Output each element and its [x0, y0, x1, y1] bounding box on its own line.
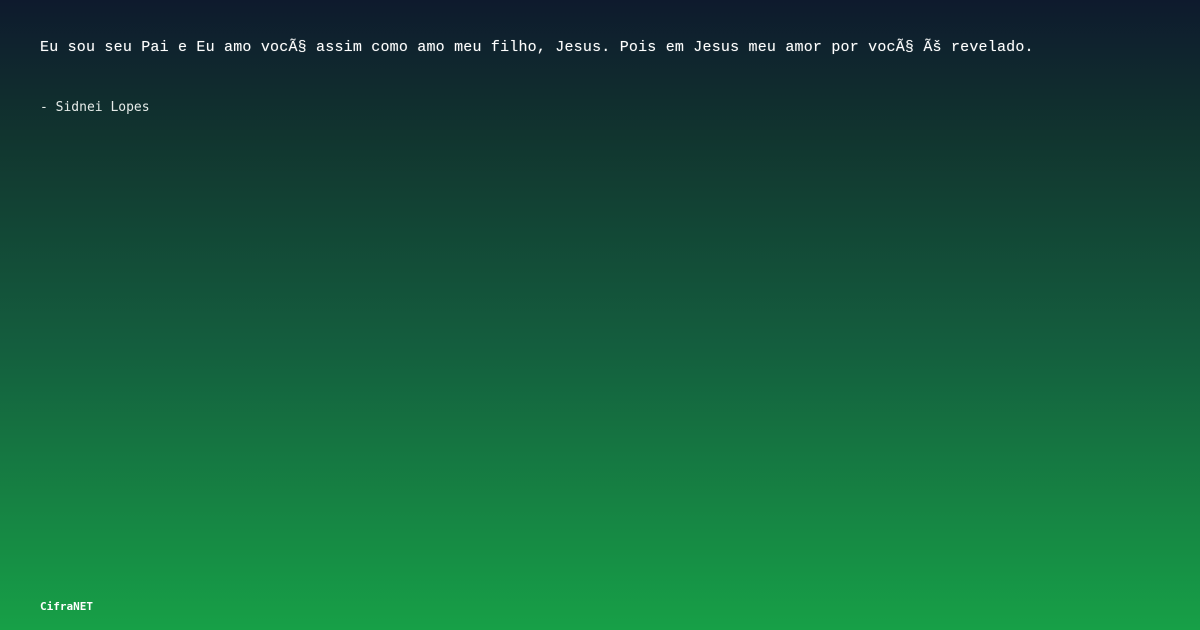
brand-logo-text: CifraNET	[40, 600, 93, 613]
quote-text: Eu sou seu Pai e Eu amo vocÃ§ assim como…	[40, 39, 1034, 56]
quote-author: - Sidnei Lopes	[40, 100, 150, 115]
quote-card: { "quote": { "text": "Eu sou seu Pai e E…	[0, 0, 1200, 630]
